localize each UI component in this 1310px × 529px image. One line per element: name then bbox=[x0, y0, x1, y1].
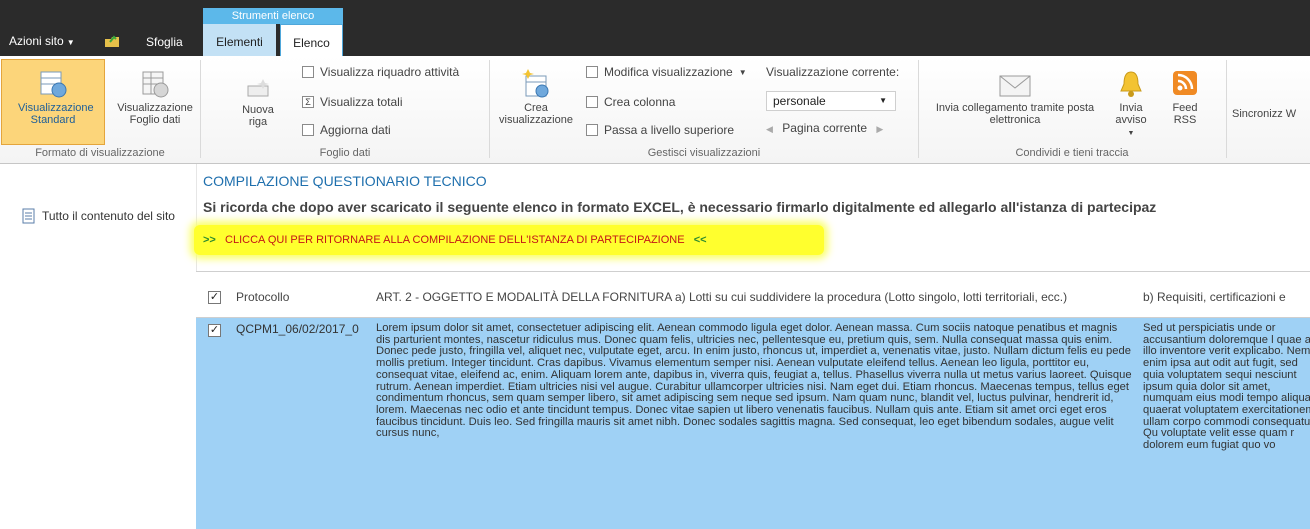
list-grid: ✓ Protocollo ART. 2 - OGGETTO E MODALITÀ… bbox=[196, 271, 1310, 529]
modify-view-button[interactable]: Modifica visualizzazione ▼ bbox=[586, 65, 747, 79]
current-view-select[interactable]: personale ▼ bbox=[766, 91, 896, 111]
share-group-label: Condividi e tieni traccia bbox=[1015, 147, 1129, 159]
divider bbox=[489, 60, 490, 158]
navigate-up-button[interactable]: Passa a livello superiore bbox=[586, 123, 734, 137]
back-to-application-link[interactable]: >> CLICCA QUI PER RITORNARE ALLA COMPILA… bbox=[203, 234, 707, 246]
refresh-icon bbox=[302, 124, 314, 136]
current-page-label: Pagina corrente bbox=[782, 121, 867, 135]
tab-items[interactable]: Elementi bbox=[203, 24, 276, 56]
page-title: COMPILAZIONE QUESTIONARIO TECNICO bbox=[203, 173, 487, 189]
create-view-label: Crea visualizzazione bbox=[499, 102, 573, 126]
column-header-art2[interactable]: ART. 2 - OGGETTO E MODALITÀ DELLA FORNIT… bbox=[376, 290, 1067, 304]
rss-feed-label: Feed RSS bbox=[1172, 102, 1198, 126]
folder-up-icon bbox=[586, 124, 598, 136]
email-link-button[interactable]: Invia collegamento tramite posta elettro… bbox=[925, 68, 1105, 126]
alert-me-button[interactable]: Invia avviso ▼ bbox=[1111, 68, 1151, 140]
create-view-button[interactable]: Crea visualizzazione bbox=[492, 68, 580, 126]
datasheet-view-button[interactable]: Visualizzazione Foglio dati bbox=[107, 68, 203, 126]
column-header-protocol[interactable]: Protocollo bbox=[236, 290, 289, 304]
new-row-icon bbox=[247, 79, 269, 97]
sum-icon: Σ bbox=[302, 96, 314, 108]
all-site-content-link[interactable]: Tutto il contenuto del sito bbox=[22, 208, 175, 224]
sync-button[interactable]: Sincronizz W bbox=[1232, 108, 1310, 120]
chevron-down-icon: ▼ bbox=[66, 38, 75, 47]
new-row-label: Nuova riga bbox=[242, 104, 274, 128]
chevron-down-icon: ▼ bbox=[879, 96, 887, 105]
task-pane-button[interactable]: Visualizza riquadro attività bbox=[302, 65, 459, 79]
requirements-cell: Sed ut perspiciatis unde or accusantium … bbox=[1143, 323, 1310, 452]
refresh-data-label: Aggiorna dati bbox=[320, 123, 391, 137]
create-view-icon bbox=[522, 69, 549, 98]
divider bbox=[918, 60, 919, 158]
protocol-cell: QCPM1_06/02/2017_0 bbox=[236, 322, 359, 336]
site-actions-label: Azioni sito bbox=[9, 34, 64, 48]
table-row[interactable]: ✓ QCPM1_06/02/2017_0 Lorem ipsum dolor s… bbox=[196, 318, 1310, 529]
modify-view-label: Modifica visualizzazione bbox=[604, 65, 733, 79]
top-bar bbox=[0, 0, 1310, 56]
bell-icon bbox=[1120, 71, 1142, 97]
document-icon bbox=[22, 208, 35, 224]
task-pane-icon bbox=[302, 66, 314, 78]
ribbon: Visualizzazione Standard Visualizzazione… bbox=[0, 56, 1310, 164]
tab-browse[interactable]: Sfoglia bbox=[146, 35, 183, 49]
table-header: ✓ Protocollo ART. 2 - OGGETTO E MODALITÀ… bbox=[196, 272, 1310, 318]
create-column-icon bbox=[586, 96, 598, 108]
modify-view-icon bbox=[586, 66, 598, 78]
notice-text: Si ricorda che dopo aver scaricato il se… bbox=[203, 199, 1157, 215]
current-view-value: personale bbox=[773, 94, 826, 108]
site-actions-menu[interactable]: Azioni sito ▼ bbox=[9, 34, 75, 48]
navigate-up-icon[interactable] bbox=[104, 33, 120, 54]
sync-label: Sincronizz W bbox=[1232, 108, 1297, 120]
current-page-pager[interactable]: ◀ Pagina corrente ▶ bbox=[766, 121, 883, 135]
create-column-button[interactable]: Crea colonna bbox=[586, 95, 675, 109]
rss-feed-button[interactable]: Feed RSS bbox=[1165, 68, 1205, 126]
rss-icon bbox=[1173, 71, 1197, 95]
tab-list[interactable]: Elenco bbox=[280, 24, 343, 57]
list-tools-context-label: Strumenti elenco bbox=[203, 8, 343, 24]
standard-view-label: Visualizzazione Standard bbox=[18, 102, 94, 126]
column-header-requirements[interactable]: b) Requisiti, certificazioni e bbox=[1143, 290, 1286, 304]
row-checkbox[interactable]: ✓ bbox=[208, 324, 221, 337]
double-chevron-left-icon: << bbox=[693, 234, 707, 246]
datasheet-view-label: Visualizzazione Foglio dati bbox=[117, 102, 193, 126]
chevron-right-icon[interactable]: ▶ bbox=[876, 124, 883, 134]
alert-me-text: Invia avviso bbox=[1115, 102, 1147, 126]
email-link-label: Invia collegamento tramite posta elettro… bbox=[935, 102, 1095, 126]
format-group-label: Formato di visualizzazione bbox=[35, 147, 165, 159]
standard-view-button-content[interactable]: Visualizzazione Standard bbox=[0, 68, 106, 126]
divider bbox=[200, 60, 201, 158]
art2-cell: Lorem ipsum dolor sit amet, consectetuer… bbox=[376, 322, 1132, 440]
current-view-label: Visualizzazione corrente: bbox=[766, 65, 900, 79]
views-group-label: Gestisci visualizzazioni bbox=[647, 147, 761, 159]
select-all-checkbox[interactable]: ✓ bbox=[208, 291, 221, 304]
alert-me-label: Invia avviso ▼ bbox=[1111, 102, 1151, 140]
all-site-content-label: Tutto il contenuto del sito bbox=[42, 209, 175, 223]
refresh-data-button[interactable]: Aggiorna dati bbox=[302, 123, 391, 137]
chevron-left-icon[interactable]: ◀ bbox=[766, 124, 773, 134]
email-icon bbox=[999, 75, 1031, 97]
standard-view-icon bbox=[40, 71, 67, 98]
task-pane-label: Visualizza riquadro attività bbox=[320, 65, 460, 79]
chevron-down-icon: ▼ bbox=[1127, 130, 1135, 137]
chevron-down-icon: ▼ bbox=[738, 67, 747, 77]
show-totals-button[interactable]: Σ Visualizza totali bbox=[302, 95, 403, 109]
navigate-up-label: Passa a livello superiore bbox=[604, 123, 735, 137]
new-row-button[interactable]: Nuova riga bbox=[238, 76, 278, 128]
show-totals-label: Visualizza totali bbox=[320, 95, 403, 109]
datasheet-view-icon bbox=[142, 71, 169, 98]
double-chevron-right-icon: >> bbox=[203, 234, 216, 246]
create-column-label: Crea colonna bbox=[604, 95, 676, 109]
datasheet-group-label: Foglio dati bbox=[319, 147, 371, 159]
divider bbox=[1226, 60, 1227, 158]
back-link-label: CLICCA QUI PER RITORNARE ALLA COMPILAZIO… bbox=[225, 234, 685, 246]
